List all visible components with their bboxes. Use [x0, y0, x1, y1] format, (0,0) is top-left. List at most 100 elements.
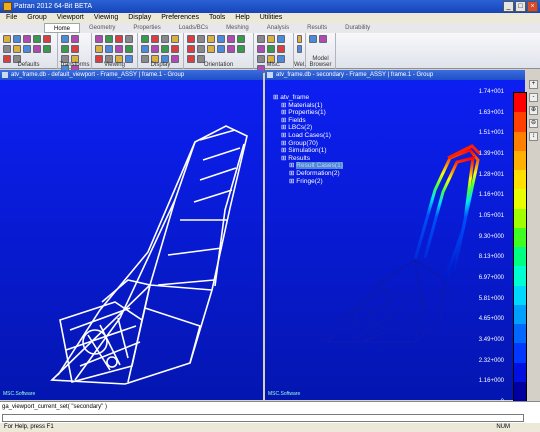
toolbar-tool-icon[interactable] — [95, 35, 103, 43]
toolbar-tool-icon[interactable] — [71, 45, 79, 53]
toolbar-tool-icon[interactable] — [237, 35, 245, 43]
toolbar-tool-icon[interactable] — [115, 45, 123, 53]
menu-file[interactable]: File — [6, 13, 17, 23]
toolbar-tool-icon[interactable] — [227, 45, 235, 53]
toolbar-tool-icon[interactable] — [3, 35, 11, 43]
menu-utilities[interactable]: Utilities — [260, 13, 283, 23]
tree-item[interactable]: ⊞ Result Cases(1) — [273, 162, 343, 170]
toolbar-tool-icon[interactable] — [95, 45, 103, 53]
ribbon-tabs: Home Geometry Properties Loads/BCs Meshi… — [0, 23, 540, 33]
tree-item-label: Load Cases(1) — [288, 131, 331, 139]
tab-properties[interactable]: Properties — [124, 23, 169, 33]
menu-display[interactable]: Display — [128, 13, 151, 23]
toolbar-tool-icon[interactable] — [217, 35, 225, 43]
toolbar-tool-icon[interactable] — [161, 45, 169, 53]
toolbar-tool-icon[interactable] — [125, 35, 133, 43]
toolbar-tool-icon[interactable] — [13, 45, 21, 53]
tree-item[interactable]: ⊞ Results — [273, 155, 343, 163]
tree-item[interactable]: ⊞ Load Cases(1) — [273, 132, 343, 140]
menu-group[interactable]: Group — [27, 13, 46, 23]
toolbar-tool-icon[interactable] — [3, 45, 11, 53]
toolbar-tool-icon[interactable] — [197, 35, 205, 43]
tab-meshing[interactable]: Meshing — [217, 23, 258, 33]
toolbar-tool-icon[interactable] — [227, 35, 235, 43]
tree-item[interactable]: ⊞ atv_frame — [273, 94, 343, 102]
toolbar-tool-icon[interactable] — [319, 35, 327, 43]
tree-item[interactable]: ⊞ Deformation(2) — [273, 170, 343, 178]
legend-tick-label: 2.32+000 — [478, 357, 504, 364]
menu-tools[interactable]: Tools — [209, 13, 225, 23]
toolbar-tool-icon[interactable] — [33, 35, 41, 43]
toolbar-tool-icon[interactable] — [237, 45, 245, 53]
side-tool-button[interactable]: + — [529, 80, 538, 89]
side-tool-button[interactable]: ⊕ — [529, 106, 538, 115]
side-tool-button[interactable]: ⊖ — [529, 119, 538, 128]
tab-home[interactable]: Home — [44, 23, 81, 33]
toolbar-tool-icon[interactable] — [267, 35, 275, 43]
menu-preferences[interactable]: Preferences — [161, 13, 199, 23]
toolbar-tool-icon[interactable] — [43, 45, 51, 53]
toolbar-tool-icon[interactable] — [23, 35, 31, 43]
toolbar-tool-icon[interactable] — [309, 35, 317, 43]
tree-item[interactable]: ⊞ LBCs(2) — [273, 124, 343, 132]
tree-item[interactable]: ⊞ Fields — [273, 117, 343, 125]
secondary-viewport[interactable]: atv_frame.db - secondary - Frame_ASSY | … — [265, 70, 527, 405]
side-tool-button[interactable]: - — [529, 93, 538, 102]
legend-color-band — [514, 227, 526, 247]
menu-viewing[interactable]: Viewing — [94, 13, 118, 23]
close-button[interactable]: × — [527, 1, 538, 12]
menu-help[interactable]: Help — [235, 13, 249, 23]
tab-loads-bcs[interactable]: Loads/BCs — [170, 23, 217, 33]
toolbar-tool-icon[interactable] — [141, 45, 149, 53]
toolbar-tool-icon[interactable] — [171, 45, 179, 53]
toolbar-tool-icon[interactable] — [23, 45, 31, 53]
minimize-button[interactable]: _ — [503, 1, 514, 12]
toolbar-tool-icon[interactable] — [105, 45, 113, 53]
maximize-button[interactable]: □ — [515, 1, 526, 12]
tab-analysis[interactable]: Analysis — [258, 23, 298, 33]
tab-durability[interactable]: Durability — [336, 23, 379, 33]
toolbar-tool-icon[interactable] — [277, 45, 285, 53]
tree-item[interactable]: ⊞ Materials(1) — [273, 102, 343, 110]
toolbar-tool-icon[interactable] — [71, 35, 79, 43]
toolbar-tool-icon[interactable] — [297, 35, 302, 43]
toolbar-tool-icon[interactable] — [141, 35, 149, 43]
toolbar-tool-icon[interactable] — [217, 45, 225, 53]
model-browser-tree[interactable]: ⊞ atv_frame ⊞ Materials(1) ⊞ Properties(1)… — [273, 94, 343, 185]
tree-item[interactable]: ⊞ Fringe(2) — [273, 178, 343, 186]
toolbar-tool-icon[interactable] — [105, 35, 113, 43]
toolbar-tool-icon[interactable] — [43, 35, 51, 43]
toolbar-tool-icon[interactable] — [207, 45, 215, 53]
tab-geometry[interactable]: Geometry — [80, 23, 124, 33]
tab-results[interactable]: Results — [298, 23, 336, 33]
toolbar-tool-icon[interactable] — [125, 45, 133, 53]
toolbar-tool-icon[interactable] — [257, 45, 265, 53]
toolbar-tool-icon[interactable] — [207, 35, 215, 43]
legend-color-band — [514, 362, 526, 382]
wireframe-frame-model[interactable] — [0, 80, 263, 400]
toolbar-tool-icon[interactable] — [187, 35, 195, 43]
toolbar-tool-icon[interactable] — [115, 35, 123, 43]
tree-item[interactable]: ⊞ Simulation(1) — [273, 147, 343, 155]
toolbar-tool-icon[interactable] — [13, 35, 21, 43]
toolbar-tool-icon[interactable] — [187, 45, 195, 53]
toolbar-tool-icon[interactable] — [171, 35, 179, 43]
toolbar-tool-icon[interactable] — [33, 45, 41, 53]
toolbar-tool-icon[interactable] — [277, 35, 285, 43]
toolbar-tool-icon[interactable] — [151, 35, 159, 43]
toolbar-tool-icon[interactable] — [61, 45, 69, 53]
command-input[interactable] — [2, 414, 524, 422]
toolbar-tool-icon[interactable] — [151, 45, 159, 53]
toolbar-tool-icon[interactable] — [267, 45, 275, 53]
toolbar-tool-icon[interactable] — [257, 35, 265, 43]
toolbar-tool-icon[interactable] — [297, 45, 302, 53]
default-viewport[interactable]: atv_frame.db - default_viewport - Frame_… — [0, 70, 263, 400]
tree-item[interactable]: ⊞ Properties(1) — [273, 109, 343, 117]
side-tool-button[interactable]: ↕ — [529, 132, 538, 141]
menu-viewport[interactable]: Viewport — [57, 13, 84, 23]
tree-item[interactable]: ⊞ Group(70) — [273, 140, 343, 148]
toolbar-tool-icon[interactable] — [161, 35, 169, 43]
toolbar-tool-icon[interactable] — [197, 45, 205, 53]
toolbar-tool-icon[interactable] — [61, 35, 69, 43]
ribbon-group-model-browser: Model Browser — [306, 33, 336, 69]
